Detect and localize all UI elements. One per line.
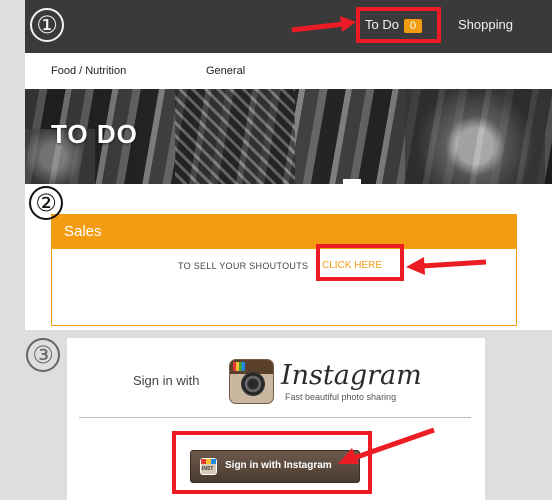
top-navigation-bar: To Do 0 Shopping [25, 0, 552, 53]
step-number-1: ① [30, 8, 64, 42]
red-arrow-icon [338, 427, 435, 464]
divider [79, 417, 471, 418]
step-number-2: ② [29, 186, 63, 220]
sign-in-with-text: Sign in with [133, 373, 200, 388]
hero-photo-texture [175, 89, 295, 184]
todo-page-panel: To Do 0 Shopping Food / Nutrition General… [25, 0, 552, 184]
hero-photo-texture [405, 89, 545, 184]
highlight-box-todo [356, 7, 441, 43]
step-number-3: ③ [26, 338, 60, 372]
instagram-logo-wordmark: Instagram [281, 360, 422, 391]
sales-card-title: Sales [52, 215, 516, 249]
red-arrow-icon [291, 16, 356, 33]
instagram-tagline: Fast beautiful photo sharing [285, 392, 397, 402]
sales-instruction-text: TO SELL YOUR SHOUTOUTS [178, 261, 309, 271]
instagram-camera-icon [229, 359, 274, 404]
red-arrow-icon [406, 257, 487, 275]
highlight-box-click-here [316, 244, 404, 281]
subnav-item-general[interactable]: General [206, 65, 245, 77]
hero-banner: TO DO [25, 89, 552, 184]
category-subnav: Food / Nutrition General [25, 53, 552, 89]
shopping-nav-link[interactable]: Shopping [458, 17, 513, 32]
page-title: TO DO [51, 119, 138, 149]
subnav-item-food-nutrition[interactable]: Food / Nutrition [51, 65, 126, 77]
